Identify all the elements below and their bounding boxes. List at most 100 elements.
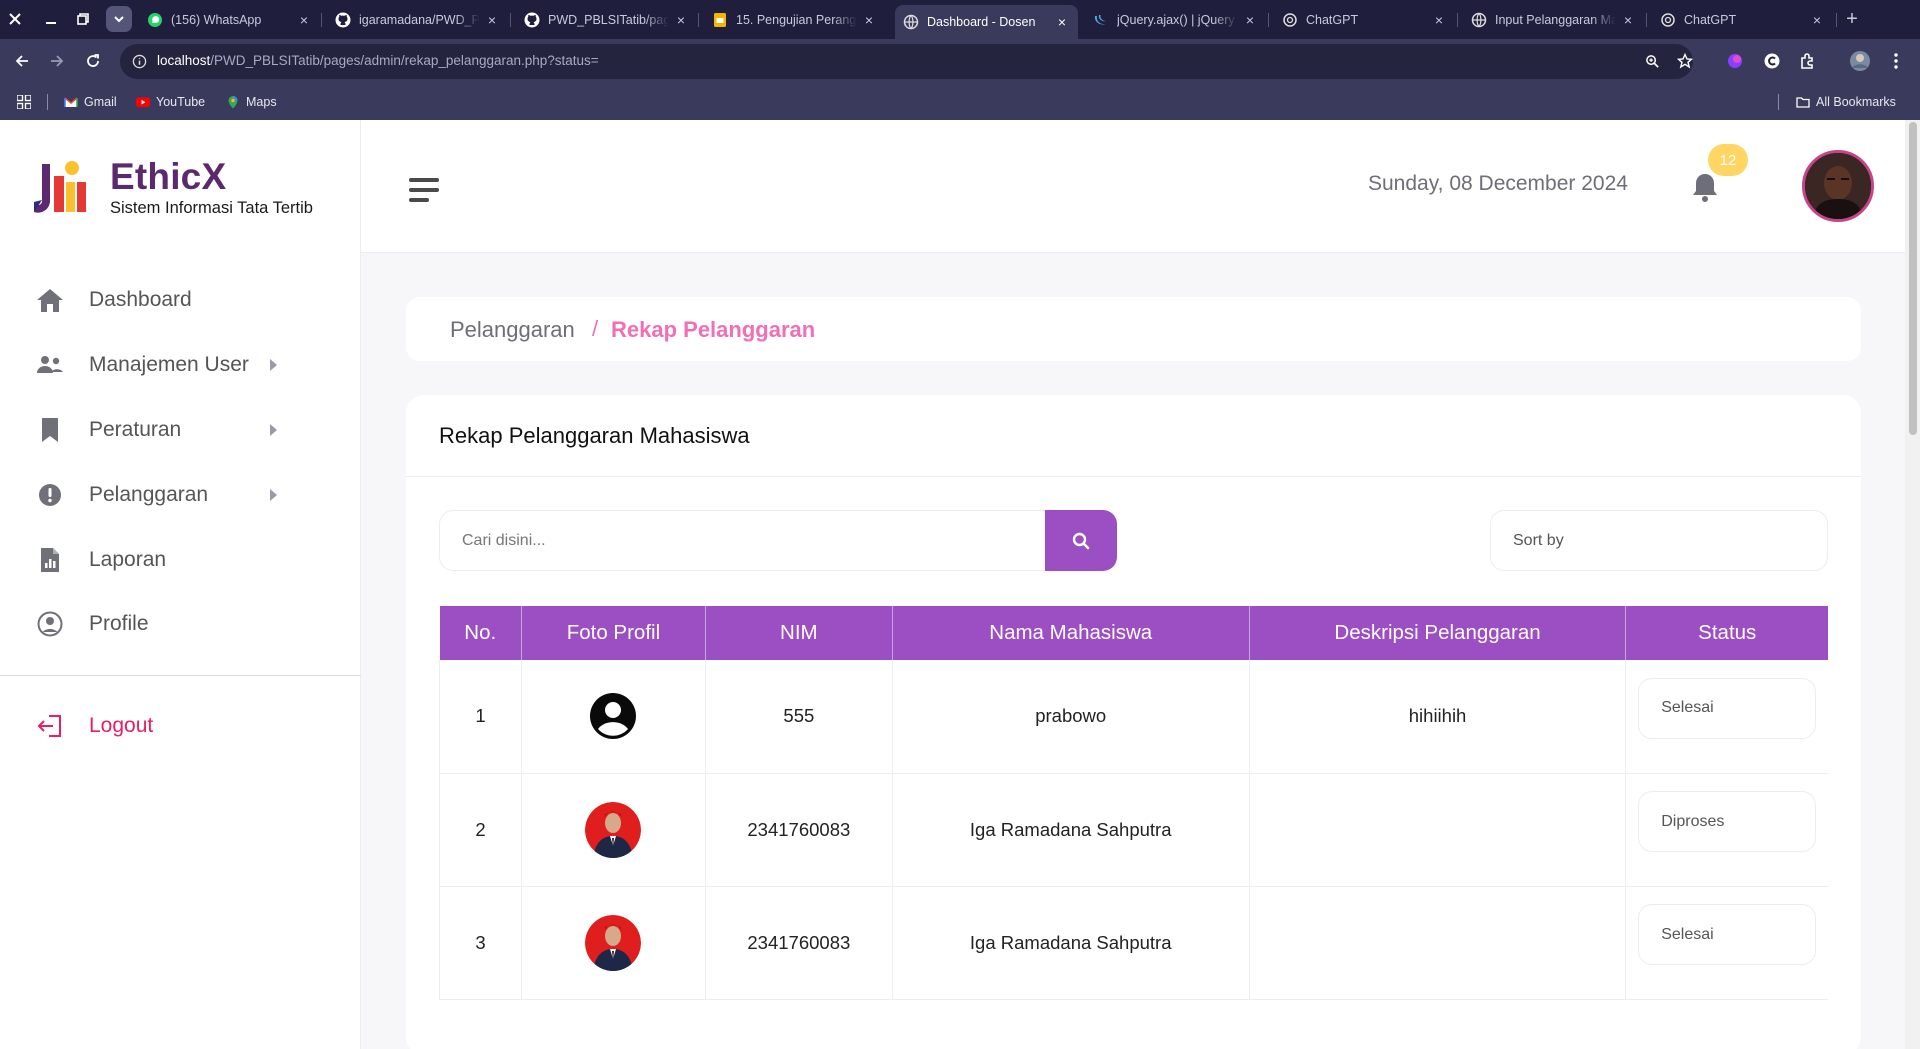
- github-icon: [524, 12, 540, 27]
- bookmark-label: YouTube: [156, 95, 206, 109]
- bookmark-gmail[interactable]: Gmail: [64, 84, 117, 120]
- sidebar-item-label: Manajemen User: [89, 353, 249, 376]
- tab-close-icon[interactable]: ×: [1054, 14, 1070, 30]
- tab-dashboard-dosen[interactable]: Dashboard - Dosen ×: [895, 5, 1078, 39]
- status-value: Diproses: [1661, 812, 1725, 830]
- site-info-icon[interactable]: [132, 54, 147, 69]
- sidebar-item-peraturan[interactable]: Peraturan: [36, 410, 296, 450]
- tab-close-icon[interactable]: ×: [1242, 12, 1258, 28]
- rekap-card: Rekap Pelanggaran Mahasiswa Sort by No. …: [406, 395, 1861, 1049]
- sidebar-item-pelanggaran[interactable]: Pelanggaran: [36, 475, 296, 515]
- tab-close-icon[interactable]: ×: [861, 12, 877, 28]
- caret-right-icon: [270, 489, 277, 501]
- apps-grid-icon[interactable]: [17, 84, 31, 120]
- extensions-puzzle-icon[interactable]: [1796, 49, 1820, 73]
- tab-jquery-ajax[interactable]: jQuery.ajax() | jQuery API ×: [1085, 4, 1266, 35]
- bookmarks-bar: Gmail YouTube Maps All Bookmarks: [0, 84, 1920, 120]
- hamburger-menu-icon[interactable]: [409, 178, 441, 204]
- scrollbar-thumb[interactable]: [1909, 122, 1917, 435]
- logout-icon: [36, 712, 64, 740]
- bookmark-star-icon[interactable]: [1677, 53, 1693, 69]
- sidebar-item-manajemen-user[interactable]: Manajemen User: [36, 345, 296, 385]
- tab-whatsapp[interactable]: (156) WhatsApp ×: [139, 4, 320, 35]
- tab-close-icon[interactable]: ×: [484, 12, 500, 28]
- tab-title: ChatGPT: [1684, 12, 1737, 27]
- sidebar-item-label: Pelanggaran: [89, 483, 209, 506]
- status-select[interactable]: Diproses: [1638, 791, 1817, 852]
- page-scrollbar[interactable]: [1905, 120, 1920, 1049]
- tab-close-icon[interactable]: ×: [673, 12, 689, 28]
- sort-by-select[interactable]: Sort by: [1490, 510, 1828, 571]
- cell-deskripsi: [1249, 886, 1627, 1000]
- forward-arrow-icon[interactable]: [45, 49, 69, 73]
- bookmark-label: Gmail: [84, 95, 117, 109]
- breadcrumb-parent-link[interactable]: Pelanggaran: [450, 317, 575, 343]
- logout-label: Logout: [89, 714, 154, 737]
- cell-deskripsi: hihiihih: [1249, 660, 1627, 774]
- default-avatar-icon: [585, 688, 641, 744]
- cell-nama: Iga Ramadana Sahputra: [892, 886, 1250, 1000]
- cell-deskripsi: [1249, 773, 1627, 887]
- breadcrumb: Pelanggaran / Rekap Pelanggaran: [406, 297, 1861, 361]
- report-file-icon: [36, 546, 64, 574]
- restore-window-icon[interactable]: [72, 8, 94, 30]
- sidebar-item-laporan[interactable]: Laporan: [36, 540, 296, 580]
- sidebar-item-label: Laporan: [89, 548, 167, 571]
- minimize-window-icon[interactable]: [40, 8, 62, 30]
- notification-bell-icon[interactable]: [1691, 172, 1721, 204]
- sidebar-item-label: Dashboard: [89, 288, 192, 311]
- sidebar: EthicX Sistem Informasi Tata Tertib Dash…: [0, 120, 361, 1049]
- user-avatar[interactable]: [1802, 150, 1874, 222]
- address-bar[interactable]: localhost/PWD_PBLSITatib/pages/admin/rek…: [120, 44, 1693, 79]
- tab-close-icon[interactable]: ×: [1431, 12, 1447, 28]
- search-input[interactable]: [440, 511, 1045, 570]
- status-select[interactable]: Selesai: [1638, 904, 1817, 965]
- tab-slides[interactable]: 15. Pengujian Perangkat Lunak ×: [704, 4, 885, 35]
- cell-no: 1: [439, 660, 522, 774]
- bookmark-maps[interactable]: Maps: [226, 84, 277, 120]
- extension-c-icon[interactable]: [1760, 49, 1784, 73]
- bookmark-label: Maps: [246, 95, 277, 109]
- sidebar-item-dashboard[interactable]: Dashboard: [36, 280, 296, 320]
- cell-status: Selesai: [1625, 660, 1828, 774]
- tab-chatgpt[interactable]: ChatGPT ×: [1274, 4, 1455, 35]
- browser-menu-icon[interactable]: [1884, 49, 1908, 73]
- chatgpt-icon: [1283, 12, 1297, 27]
- search-icon: [1072, 532, 1090, 549]
- tab-github-pages[interactable]: PWD_PBLSITatib/pages ×: [516, 4, 697, 35]
- tab-separator: [1268, 13, 1269, 27]
- maps-icon: [228, 96, 238, 109]
- tab-separator: [510, 13, 511, 27]
- back-arrow-icon[interactable]: [10, 49, 34, 73]
- cell-no: 2: [439, 773, 522, 887]
- bookmark-youtube[interactable]: YouTube: [136, 84, 205, 120]
- sidebar-item-profile[interactable]: Profile: [36, 604, 296, 644]
- search-button[interactable]: [1045, 510, 1117, 571]
- tab-input-pelanggaran[interactable]: Input Pelanggaran Mahasiswa ×: [1463, 4, 1644, 35]
- tab-title: Input Pelanggaran Mahasiswa: [1495, 12, 1616, 27]
- tab-close-icon[interactable]: ×: [1620, 12, 1636, 28]
- tab-title: jQuery.ajax() | jQuery API: [1117, 12, 1238, 27]
- tab-search-chevron-icon[interactable]: [106, 6, 132, 32]
- brand-logo[interactable]: EthicX Sistem Informasi Tata Tertib: [32, 156, 332, 217]
- zoom-icon[interactable]: [1645, 54, 1660, 69]
- tab-close-icon[interactable]: ×: [1809, 12, 1825, 28]
- browser-toolbar: localhost/PWD_PBLSITatib/pages/admin/rek…: [0, 39, 1920, 84]
- tab-title: PWD_PBLSITatib/pages: [548, 12, 669, 27]
- browser-tab-strip: (156) WhatsApp × igaramadana/PWD_PBLSITa…: [0, 0, 1920, 39]
- tab-close-icon[interactable]: ×: [296, 12, 312, 28]
- tab-github-repo[interactable]: igaramadana/PWD_PBLSITatib ×: [327, 4, 508, 35]
- logout-button[interactable]: Logout: [36, 706, 296, 746]
- caret-right-icon: [270, 359, 277, 371]
- reload-icon[interactable]: [81, 49, 105, 73]
- profile-avatar-icon[interactable]: [1848, 49, 1872, 73]
- tab-title: igaramadana/PWD_PBLSITatib: [359, 12, 480, 27]
- tab-separator: [1646, 13, 1647, 27]
- extension-colorful-icon[interactable]: [1723, 49, 1747, 73]
- top-header: Sunday, 08 December 2024 12: [361, 120, 1920, 253]
- all-bookmarks-button[interactable]: All Bookmarks: [1796, 84, 1896, 120]
- tab-chatgpt-2[interactable]: ChatGPT ×: [1652, 4, 1833, 35]
- new-tab-plus-icon[interactable]: +: [1841, 8, 1863, 30]
- close-window-icon[interactable]: [4, 8, 26, 30]
- status-select[interactable]: Selesai: [1638, 677, 1817, 739]
